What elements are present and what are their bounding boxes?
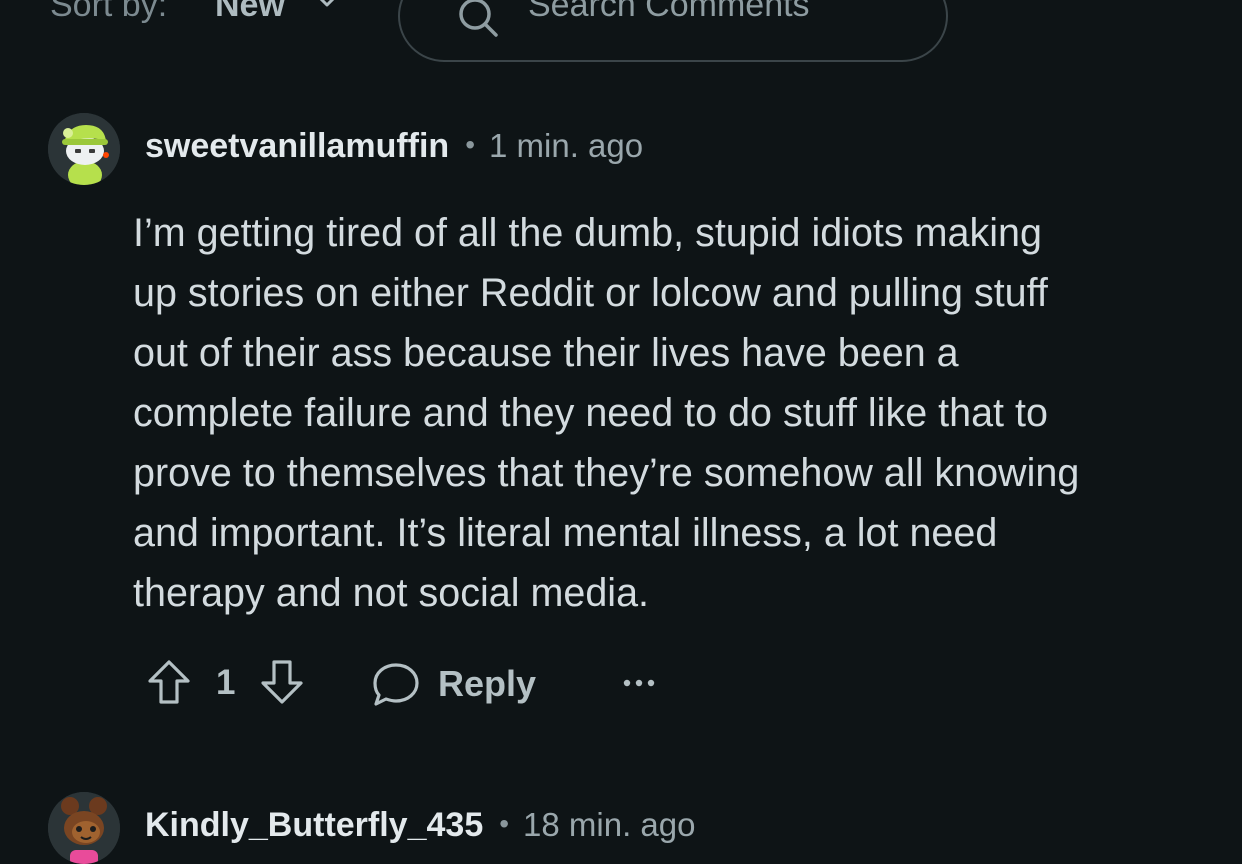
reply-button[interactable]: Reply [372, 656, 552, 712]
username[interactable]: Kindly_Butterfly_435 [145, 806, 483, 845]
reply-label: Reply [438, 663, 537, 704]
comments-toolbar: Sort by: New Search Comments [0, 0, 1242, 70]
comment-body-line: out of their ass because their lives hav… [133, 331, 959, 375]
speech-bubble-icon [373, 663, 419, 706]
comment-body-line: complete failure and they need to do stu… [133, 391, 1048, 435]
snoo-avatar-icon [48, 792, 120, 864]
separator-dot: • [465, 129, 476, 160]
search-comments-input[interactable]: Search Comments [398, 0, 948, 62]
comment-body-line: and important. It’s literal mental illne… [133, 511, 998, 555]
comment-actions: 1 Reply [0, 650, 1242, 720]
chevron-down-icon[interactable] [313, 0, 341, 14]
comment-body-line: prove to themselves that they’re somehow… [133, 451, 1080, 495]
avatar[interactable] [48, 113, 120, 185]
avatar[interactable] [48, 792, 120, 864]
comment-meta: Kindly_Butterfly_435 • 18 min. ago [145, 806, 696, 845]
sort-label: Sort by: [50, 0, 168, 24]
comment-body-line: therapy and not social media. [133, 571, 650, 615]
search-icon [459, 0, 498, 37]
timestamp: 18 min. ago [523, 806, 696, 843]
upvote-arrow-icon[interactable] [146, 658, 192, 706]
more-options-icon[interactable] [622, 676, 656, 690]
downvote-arrow-icon[interactable] [259, 658, 305, 706]
comment-body: I’m getting tired of all the dumb, stupi… [133, 203, 1208, 623]
timestamp: 1 min. ago [489, 127, 644, 164]
separator-dot: • [499, 808, 510, 839]
username[interactable]: sweetvanillamuffin [145, 127, 449, 166]
sort-dropdown[interactable]: New [215, 0, 285, 25]
vote-count: 1 [216, 663, 236, 702]
snoo-avatar-icon [48, 113, 120, 185]
comment-body-line: up stories on either Reddit or lolcow an… [133, 271, 1048, 315]
comment-meta: sweetvanillamuffin • 1 min. ago [145, 127, 643, 166]
comment-body-line: I’m getting tired of all the dumb, stupi… [133, 211, 1042, 255]
search-placeholder: Search Comments [528, 0, 810, 24]
